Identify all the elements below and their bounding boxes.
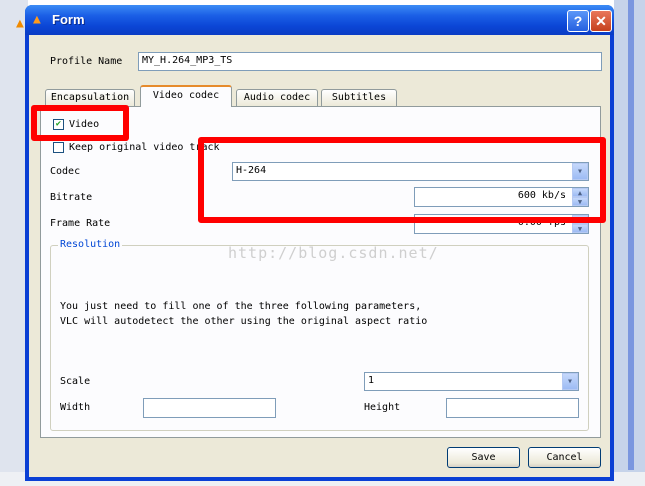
background-window-frame [628,0,634,470]
keep-original-checkbox[interactable] [53,142,64,153]
resolution-group-title: Resolution [58,239,123,250]
profile-name-label: Profile Name [50,56,123,67]
width-label: Width [60,402,91,413]
tab-audio-codec[interactable]: Audio codec [236,89,318,106]
help-button[interactable]: ? [567,10,589,32]
tab-video-codec[interactable]: Video codec [140,85,232,107]
bitrate-label: Bitrate [50,192,93,203]
scale-label: Scale [60,376,91,387]
keep-original-label: Keep original video track [69,142,220,153]
tab-encapsulation[interactable]: Encapsulation [45,89,135,106]
highlight-box-video [31,105,129,141]
save-button[interactable]: Save [447,447,520,468]
watermark-text: http://blog.csdn.net/ [228,244,439,262]
chevron-down-icon[interactable]: ▾ [562,373,578,390]
profile-name-field[interactable]: MY_H.264_MP3_TS [138,52,602,71]
codec-label: Codec [50,166,81,177]
close-button[interactable]: ✕ [590,10,612,32]
width-field[interactable] [143,398,276,418]
title-bar[interactable]: ▲ Form ? ✕ [25,5,614,35]
frame-rate-label: Frame Rate [50,218,111,229]
cancel-button[interactable]: Cancel [528,447,601,468]
background-desktop [0,0,28,486]
tab-subtitles[interactable]: Subtitles [321,89,397,106]
resolution-info-line-1: You just need to fill one of the three f… [60,301,422,312]
vlc-cone-icon: ▲ [16,16,24,31]
scale-value: 1 [368,375,375,386]
highlight-box-codec-bitrate [198,137,606,223]
resolution-info-line-2: VLC will autodetect the other using the … [60,316,428,327]
form-window: ▲ Form ? ✕ Profile Name MY_H.264_MP3_TS … [25,5,614,481]
spin-down-icon[interactable]: ▼ [572,224,588,233]
height-field[interactable] [446,398,579,418]
vlc-cone-icon: ▲ [33,12,41,27]
window-title: Form [52,12,85,27]
scale-combobox[interactable]: 1 [364,372,579,391]
height-label: Height [364,402,401,413]
